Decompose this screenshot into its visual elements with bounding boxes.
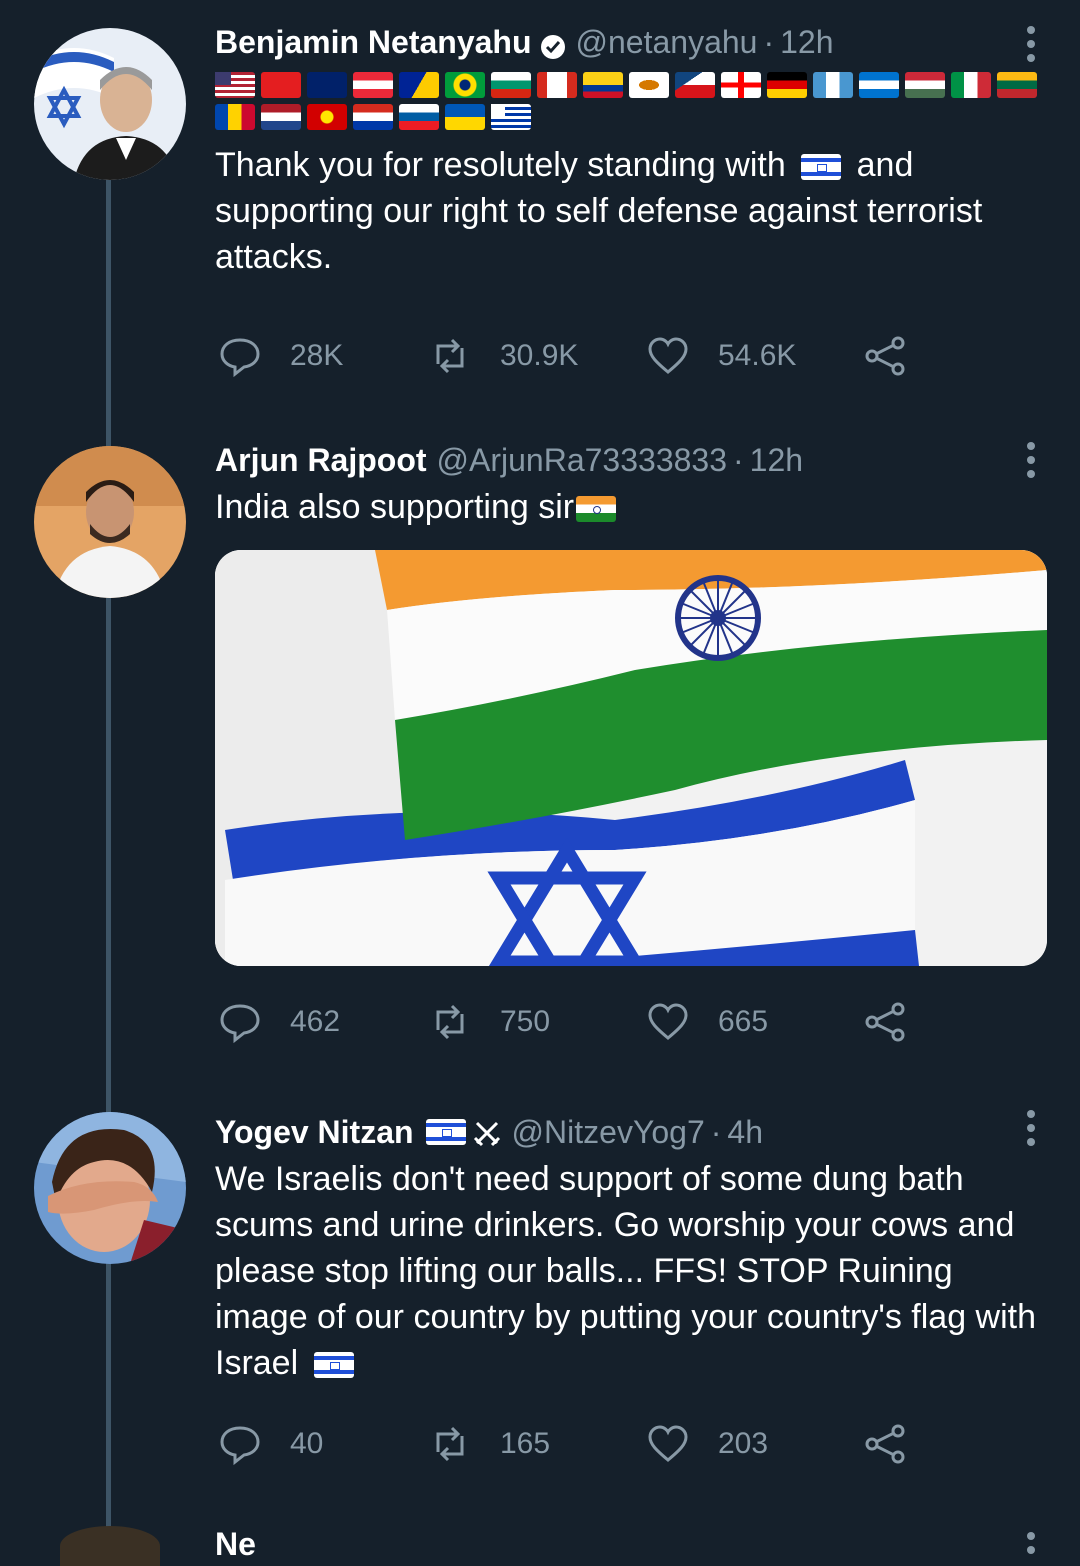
author-name[interactable]: Benjamin Netanyahu — [215, 22, 532, 62]
india-israel-flags-image — [215, 550, 1047, 966]
reply-button[interactable]: 28K — [218, 334, 428, 378]
tweet-text-part: Thank you for resolutely standing with — [215, 146, 796, 184]
like-icon — [648, 1425, 688, 1462]
flag-austria-icon — [353, 72, 393, 98]
like-icon — [648, 337, 688, 374]
dot-separator: · — [710, 1114, 722, 1150]
like-count: 203 — [718, 1427, 769, 1460]
verified-icon — [540, 29, 566, 59]
flag-bosnia-icon — [399, 72, 439, 98]
flag-paraguay-icon — [353, 104, 393, 130]
reply-icon — [220, 338, 260, 378]
author-name[interactable]: Arjun Rajpoot — [215, 440, 427, 480]
share-button[interactable] — [864, 334, 936, 378]
like-button[interactable]: 665 — [646, 1000, 864, 1044]
flag-israel-icon — [801, 154, 842, 181]
flag-czech-icon — [675, 72, 715, 98]
tweet-netanyahu[interactable]: Benjamin Netanyahu @netanyahu · 12h Than… — [0, 0, 1080, 420]
flag-germany-icon — [767, 72, 807, 98]
more-icon[interactable] — [1026, 1532, 1036, 1560]
flag-netherlands-icon — [261, 104, 301, 130]
author-handle[interactable]: @ArjunRa73333833 — [437, 440, 727, 480]
share-icon — [865, 1002, 905, 1042]
retweet-count: 165 — [500, 1427, 551, 1460]
retweet-icon — [436, 1426, 464, 1462]
reply-count: 462 — [290, 1005, 341, 1038]
flag-israel-icon — [313, 1352, 354, 1379]
flag-india-icon — [576, 496, 617, 523]
timestamp[interactable]: 12h — [780, 22, 833, 62]
retweet-count: 750 — [500, 1005, 551, 1038]
flag-hungary-icon — [905, 72, 945, 98]
flag-slovenia-icon — [399, 104, 439, 130]
flag-moldova-icon — [215, 104, 255, 130]
flag-colombia-icon — [583, 72, 623, 98]
swords-icon — [472, 1117, 502, 1147]
reply-count: 28K — [290, 339, 344, 372]
share-button[interactable] — [864, 1422, 936, 1466]
retweet-icon — [436, 338, 464, 374]
avatar-peek[interactable] — [60, 1526, 160, 1566]
flag-uruguay-icon — [491, 104, 531, 130]
flag-australia-icon — [307, 72, 347, 98]
flag-italy-icon — [951, 72, 991, 98]
flag-lithuania-icon — [997, 72, 1037, 98]
more-icon[interactable] — [1026, 1110, 1036, 1152]
like-count: 54.6K — [718, 339, 797, 372]
retweet-button[interactable]: 30.9K — [428, 334, 646, 378]
share-button[interactable] — [864, 1000, 936, 1044]
flag-brazil-icon — [445, 72, 485, 98]
flag-georgia-icon — [721, 72, 761, 98]
share-icon — [865, 1424, 905, 1464]
flag-us-icon — [215, 72, 255, 98]
like-button[interactable]: 54.6K — [646, 334, 864, 378]
flag-honduras-icon — [859, 72, 899, 98]
reply-button[interactable]: 40 — [218, 1422, 428, 1466]
dot-separator: · — [763, 24, 775, 60]
like-count: 665 — [718, 1005, 769, 1038]
tweet-text-part: India also supporting sir — [215, 488, 575, 526]
timestamp[interactable]: 4h — [727, 1112, 763, 1152]
flag-emoji-row — [215, 72, 1044, 130]
reply-icon — [220, 1426, 260, 1466]
retweet-button[interactable]: 750 — [428, 1000, 646, 1044]
author-name[interactable]: Yogev Nitzan — [215, 1112, 414, 1152]
flag-ukraine-icon — [445, 104, 485, 130]
more-icon[interactable] — [1026, 442, 1036, 484]
flag-canada-icon — [537, 72, 577, 98]
flag-bulgaria-icon — [491, 72, 531, 98]
avatar[interactable] — [34, 1112, 186, 1264]
timestamp[interactable]: 12h — [750, 440, 803, 480]
flag-albania-icon — [261, 72, 301, 98]
tweet-text: India also supporting sir — [215, 484, 1044, 530]
more-icon[interactable] — [1026, 26, 1036, 68]
author-handle[interactable]: @netanyahu — [576, 22, 758, 62]
retweet-button[interactable]: 165 — [428, 1422, 646, 1466]
flag-cyprus-icon — [629, 72, 669, 98]
retweet-icon — [436, 1004, 464, 1040]
tweet-image[interactable] — [215, 550, 1047, 966]
dot-separator: · — [733, 442, 744, 478]
avatar[interactable] — [34, 28, 186, 180]
reply-icon — [220, 1004, 260, 1044]
like-button[interactable]: 203 — [646, 1422, 864, 1466]
reply-count: 40 — [290, 1427, 324, 1460]
tweet-text: We Israelis don't need support of some d… — [215, 1156, 1044, 1386]
tweet-text: Thank you for resolutely standing with a… — [215, 142, 1044, 280]
reply-button[interactable]: 462 — [218, 1000, 428, 1044]
share-icon — [865, 336, 905, 376]
retweet-count: 30.9K — [500, 339, 579, 372]
next-tweet-author-peek[interactable]: Ne — [215, 1526, 256, 1563]
flag-north-macedonia-icon — [307, 104, 347, 130]
avatar[interactable] — [34, 446, 186, 598]
flag-israel-icon — [425, 1119, 466, 1145]
author-handle[interactable]: @NitzevYog7 — [512, 1112, 705, 1152]
tweet-text-part: We Israelis don't need support of some d… — [215, 1160, 1037, 1382]
like-icon — [648, 1003, 688, 1040]
flag-guatemala-icon — [813, 72, 853, 98]
